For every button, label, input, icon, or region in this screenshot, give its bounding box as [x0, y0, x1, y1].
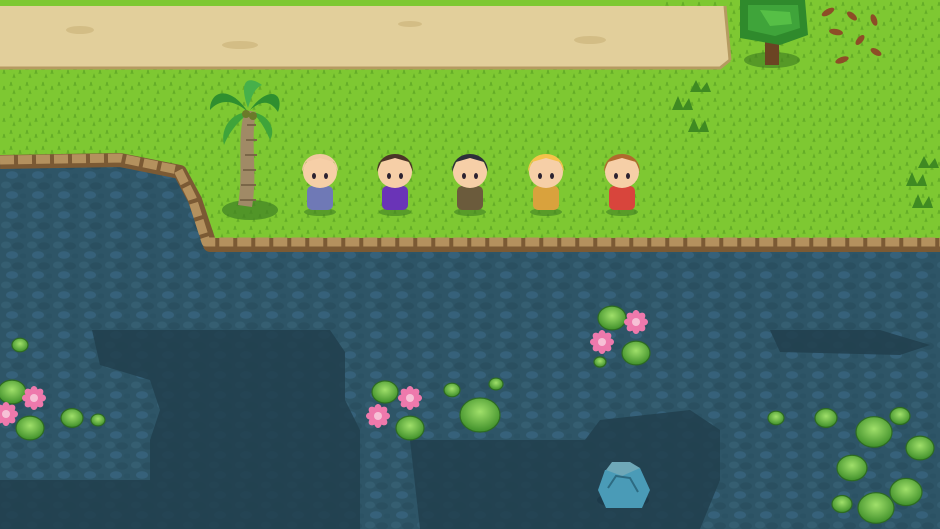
lily-pad [767, 410, 785, 426]
lily-pad [597, 305, 627, 331]
game-map[interactable] [0, 0, 940, 529]
lotus-flower [624, 310, 648, 334]
lily-pad [488, 377, 504, 391]
lily-pad [814, 408, 838, 428]
lily-pad [60, 408, 84, 428]
lily-pad [15, 415, 45, 441]
dirt-path[interactable] [0, 5, 732, 70]
lily-pad [889, 406, 911, 426]
lily-pad [395, 415, 425, 441]
lily-pad [11, 337, 29, 353]
lily-pad [371, 380, 399, 404]
oak-tree[interactable] [740, 0, 808, 68]
lily-pad [831, 494, 853, 514]
lily-pad [857, 492, 895, 524]
grass-strip [0, 0, 660, 6]
lily-pad [855, 416, 893, 448]
lotus-flower [590, 330, 614, 354]
lily-pad [621, 340, 651, 366]
lotus-flower [366, 404, 390, 428]
lotus-flower [398, 386, 422, 410]
lily-pad [0, 379, 27, 405]
lily-pad [905, 435, 935, 461]
lily-pad [836, 454, 868, 482]
lily-pad [459, 397, 501, 433]
lotus-flower [22, 386, 46, 410]
lily-pad [90, 413, 106, 427]
lily-pad [889, 477, 923, 507]
lily-pad [443, 382, 461, 398]
lily-pad [593, 356, 607, 368]
